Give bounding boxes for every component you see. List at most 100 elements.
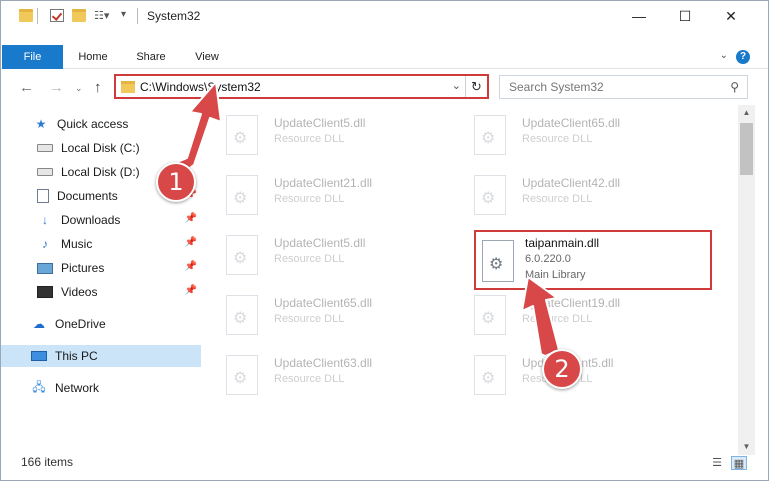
- customize-toolbar-icon[interactable]: ▾: [121, 9, 135, 22]
- gear-icon: ⚙: [481, 190, 496, 207]
- title-divider: [137, 8, 138, 24]
- gear-icon: ⚙: [481, 130, 496, 147]
- pin-icon[interactable]: 📌: [185, 237, 197, 248]
- scroll-up-icon[interactable]: ▲: [738, 105, 755, 121]
- window-title: System32: [147, 9, 201, 23]
- gear-icon: ⚙: [233, 190, 248, 207]
- tab-share[interactable]: Share: [127, 45, 175, 69]
- dll-file-icon: ⚙: [226, 355, 258, 395]
- dll-file-icon: ⚙: [226, 115, 258, 155]
- file-item[interactable]: ⚙ UpdateClient5.dll Resource DLL: [206, 225, 446, 279]
- network-icon: 🖧: [32, 379, 46, 394]
- folder-icon: [19, 9, 33, 22]
- search-icon[interactable]: ⚲: [730, 80, 739, 94]
- star-icon: ★: [35, 117, 47, 131]
- sidebar-item-videos[interactable]: Videos 📌: [37, 281, 203, 303]
- sidebar-item-network[interactable]: 🖧 Network: [31, 377, 203, 399]
- chevron-down-icon[interactable]: ⌄: [452, 79, 461, 92]
- view-options-icon[interactable]: ☷▾: [94, 9, 114, 22]
- address-bar[interactable]: C:\Windows\System32 ⌄ ↻: [114, 74, 489, 99]
- sidebar-item-quick-access[interactable]: ★ Quick access: [33, 113, 203, 135]
- sidebar-item-local-disk-c[interactable]: Local Disk (C:): [37, 137, 203, 159]
- back-icon[interactable]: ←: [19, 79, 34, 96]
- minimize-button[interactable]: —: [616, 1, 662, 31]
- file-type: Resource DLL: [274, 313, 345, 325]
- file-type: Resource DLL: [522, 133, 593, 145]
- up-icon[interactable]: ↑: [94, 79, 102, 96]
- sidebar-item-label: Quick access: [57, 117, 129, 131]
- file-version: 6.0.220.0: [525, 253, 571, 265]
- computer-icon: [31, 351, 47, 361]
- dll-file-icon: ⚙: [474, 115, 506, 155]
- pin-icon[interactable]: 📌: [185, 261, 197, 272]
- sidebar-item-label: Downloads: [61, 213, 121, 227]
- close-button[interactable]: ✕: [708, 1, 754, 31]
- details-view-icon[interactable]: ☰: [709, 456, 725, 470]
- file-item[interactable]: ⚙ UpdateClient65.dll Resource DLL: [206, 285, 446, 339]
- sidebar-item-downloads[interactable]: ↓ Downloads 📌: [37, 209, 203, 231]
- folder-icon: [121, 81, 135, 93]
- gear-icon: ⚙: [233, 130, 248, 147]
- file-name: UpdateClient5.dll: [274, 236, 366, 250]
- dll-file-icon: ⚙: [226, 295, 258, 335]
- search-input[interactable]: [500, 76, 710, 98]
- expand-ribbon-icon[interactable]: ⌄: [720, 50, 728, 61]
- dll-file-icon: ⚙: [482, 240, 514, 282]
- sidebar-item-label: This PC: [55, 349, 98, 363]
- dll-file-icon: ⚙: [474, 355, 506, 395]
- gear-icon: ⚙: [233, 370, 248, 387]
- ribbon-tabs: File Home Share View ⌄ ?: [1, 45, 768, 69]
- highlighted-file-item[interactable]: ⚙ taipanmain.dll 6.0.220.0 Main Library: [474, 230, 712, 290]
- sidebar-item-label: Local Disk (C:): [61, 141, 140, 155]
- file-type: Main Library: [525, 269, 586, 281]
- pin-icon[interactable]: 📌: [185, 213, 197, 224]
- pin-icon[interactable]: 📌: [185, 285, 197, 296]
- sidebar-item-label: Videos: [61, 285, 98, 299]
- title-bar: ☷▾ ▾ System32 — ☐ ✕: [1, 1, 768, 31]
- recent-locations-icon[interactable]: ⌄: [75, 83, 83, 94]
- tab-view[interactable]: View: [183, 45, 231, 69]
- file-name: UpdateClient42.dll: [522, 176, 621, 190]
- gear-icon: ⚙: [489, 256, 504, 273]
- file-name: UpdateClient5.dll: [274, 116, 366, 130]
- sidebar-item-pictures[interactable]: Pictures 📌: [37, 257, 203, 279]
- sidebar-item-onedrive[interactable]: ☁ OneDrive: [31, 313, 203, 335]
- sidebar-item-this-pc[interactable]: This PC: [1, 345, 201, 367]
- refresh-icon[interactable]: ↻: [465, 76, 487, 97]
- file-item[interactable]: ⚙ UpdateClient19.dll Resource DLL: [454, 285, 694, 339]
- properties-icon[interactable]: [50, 9, 64, 22]
- file-name: UpdateClient63.dll: [274, 356, 373, 370]
- dll-file-icon: ⚙: [226, 235, 258, 275]
- file-list: ⚙ UpdateClient5.dll Resource DLL ⚙ Updat…: [206, 105, 738, 455]
- pictures-icon: [37, 262, 53, 274]
- sidebar-item-music[interactable]: ♪ Music 📌: [37, 233, 203, 255]
- forward-icon[interactable]: →: [49, 79, 64, 96]
- scroll-thumb[interactable]: [740, 123, 753, 175]
- sidebar-item-label: Music: [61, 237, 93, 251]
- file-type: Resource DLL: [274, 193, 345, 205]
- maximize-button[interactable]: ☐: [662, 1, 708, 31]
- file-item[interactable]: ⚙ UpdateClient65.dll Resource DLL: [454, 105, 694, 159]
- step-badge-2: 2: [542, 349, 582, 389]
- download-icon: ↓: [42, 213, 48, 227]
- music-icon: ♪: [42, 237, 48, 251]
- new-folder-icon[interactable]: [72, 9, 86, 22]
- vertical-scrollbar[interactable]: ▲ ▼: [738, 105, 755, 455]
- tab-file[interactable]: File: [2, 45, 63, 69]
- file-item[interactable]: ⚙ UpdateClient63.dll Resource DLL: [206, 345, 446, 399]
- file-item[interactable]: ⚙ UpdateClient21.dll Resource DLL: [206, 165, 446, 219]
- file-item[interactable]: ⚙ UpdateClient5.dll Resource DLL: [206, 105, 446, 159]
- help-icon[interactable]: ?: [736, 50, 750, 64]
- sidebar-item-label: OneDrive: [55, 317, 106, 331]
- file-type: Resource DLL: [522, 193, 593, 205]
- drive-icon: [37, 144, 53, 152]
- file-type: Resource DLL: [274, 133, 345, 145]
- search-box[interactable]: ⚲: [499, 75, 748, 99]
- cloud-icon: ☁: [33, 317, 45, 331]
- tab-home[interactable]: Home: [69, 45, 117, 69]
- gear-icon: ⚙: [481, 370, 496, 387]
- gear-icon: ⚙: [481, 310, 496, 327]
- file-item[interactable]: ⚙ UpdateClient42.dll Resource DLL: [454, 165, 694, 219]
- file-name: UpdateClient65.dll: [274, 296, 373, 310]
- large-icons-view-icon[interactable]: ▦: [731, 456, 747, 470]
